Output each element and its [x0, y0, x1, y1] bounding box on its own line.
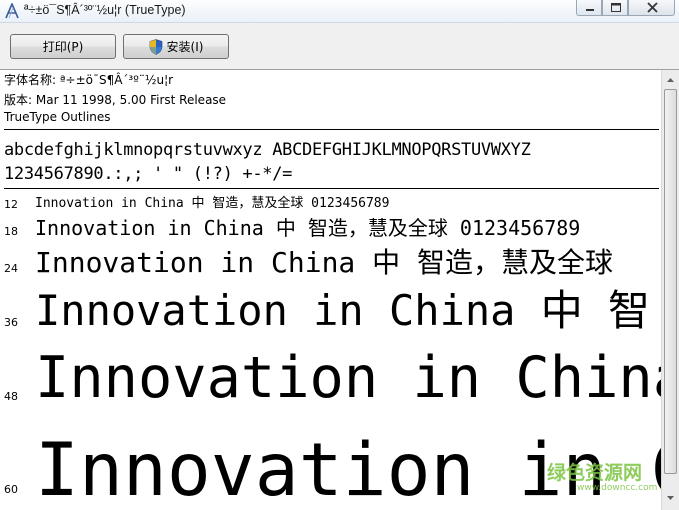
sample-text: Innovation in China 中 智: [35, 286, 651, 335]
charset-symbols: 1234567890.:,; ' " (!?) +-*/=: [4, 164, 293, 184]
vertical-scrollbar[interactable]: [661, 70, 679, 510]
uac-shield-icon: [149, 38, 162, 55]
size-label: 48: [4, 390, 18, 403]
sample-text: Innovation in China 中 智造，慧及全球 0123456789: [35, 216, 581, 240]
watermark-main: 绿色资源网: [547, 462, 643, 484]
site-watermark: 绿色资源网 www.downcc.com: [545, 458, 657, 498]
maximize-button[interactable]: [602, 0, 628, 16]
size-label: 24: [4, 262, 18, 275]
maximize-icon: [611, 3, 621, 12]
minimize-icon: [586, 9, 594, 11]
version-text: 版本: Mar 11 1998, 5.00 First Release: [4, 93, 227, 107]
window-title: ª÷±ö¯S¶Â´³º¨½u¦r (TrueType): [24, 3, 186, 17]
close-icon: [647, 2, 658, 13]
title-bar[interactable]: ª÷±ö¯S¶Â´³º¨½u¦r (TrueType): [0, 0, 679, 23]
watermark-url: www.downcc.com: [577, 483, 658, 493]
print-button-label: 打印(P): [42, 40, 84, 54]
print-button[interactable]: 打印(P): [10, 34, 116, 59]
size-label: 12: [4, 198, 18, 211]
scrollbar-thumb[interactable]: [664, 89, 677, 474]
close-button[interactable]: [628, 0, 675, 16]
size-label: 18: [4, 225, 18, 238]
font-preview-area[interactable]: 字体名称: ª÷±ö¯S¶Â´³º¨½u¦r 版本: Mar 11 1998, …: [0, 70, 661, 510]
install-button-label: 安装(I): [166, 40, 204, 54]
font-name-text: 字体名称: ª÷±ö¯S¶Â´³º¨½u¦r: [4, 73, 174, 87]
minimize-button[interactable]: [576, 0, 602, 16]
charset-letters: abcdefghijklmnopqrstuvwxyz ABCDEFGHIJKLM…: [4, 140, 531, 160]
sample-text: Innovation in China: [35, 345, 661, 411]
font-a-icon: [5, 3, 19, 19]
sample-text: Innovation in China 中 智造，慧及全球: [35, 246, 614, 279]
toolbar: 打印(P) 安装(I): [0, 23, 679, 70]
scroll-up-icon[interactable]: [663, 71, 678, 88]
size-label: 60: [4, 483, 18, 496]
install-button[interactable]: 安装(I): [123, 34, 229, 59]
divider: [4, 129, 659, 130]
divider: [4, 188, 659, 189]
outlines-text: TrueType Outlines: [4, 110, 111, 124]
sample-text: Innovation in China 中 智造，慧及全球 0123456789: [35, 196, 390, 211]
scroll-down-icon[interactable]: [663, 490, 678, 507]
size-label: 36: [4, 316, 18, 329]
